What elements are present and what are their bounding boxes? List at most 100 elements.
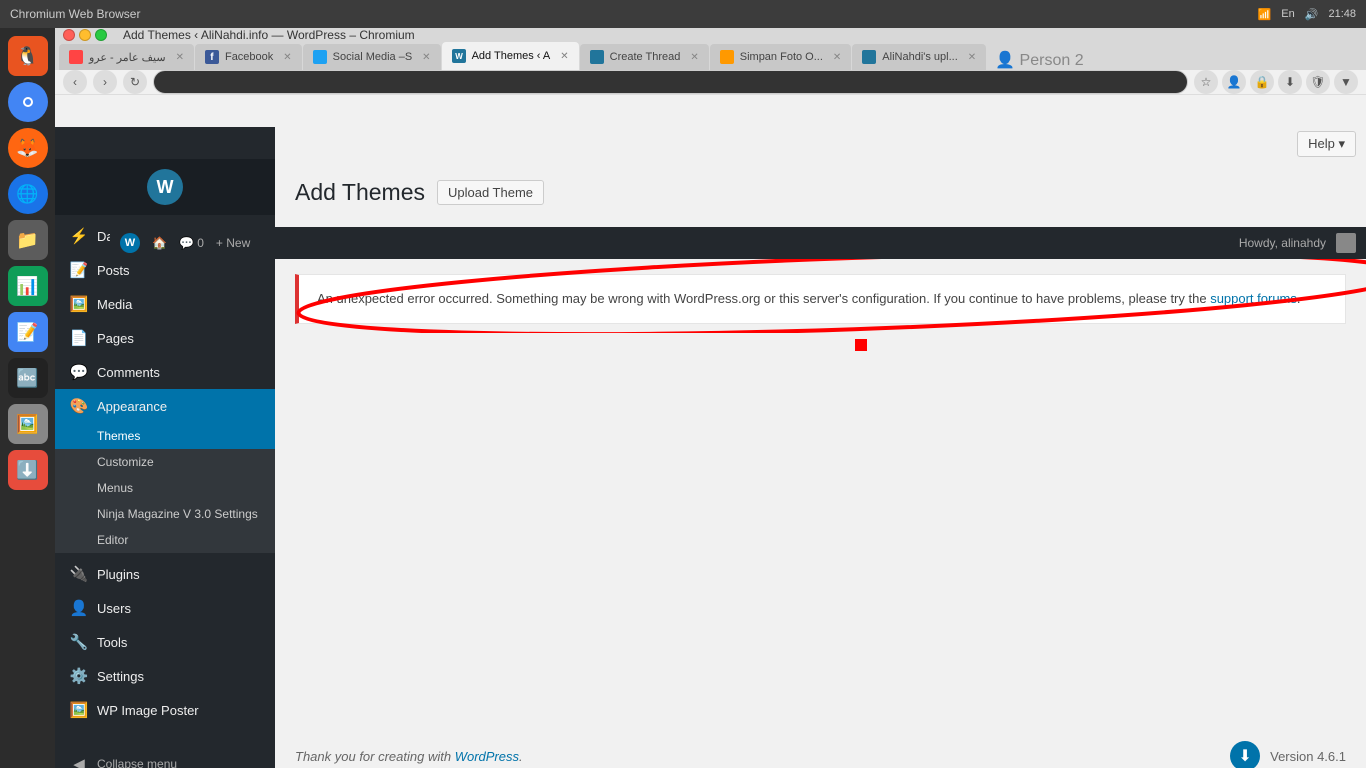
address-bar-row: ‹ › ↻ ☆ 👤 🔒 ⬇ 🛡 ▼: [55, 70, 1366, 95]
extension-btn3[interactable]: 🛡: [1306, 70, 1330, 94]
annotation-dot-area: [295, 334, 1346, 364]
os-bar-right: 📶 En 🔊 21:48: [1258, 8, 1356, 21]
plugins-icon: 🔌: [69, 565, 89, 583]
wp-logo[interactable]: W: [120, 233, 140, 253]
wp-image-poster-icon: 🖼️: [69, 701, 89, 719]
tab-close-arabic[interactable]: ✕: [176, 52, 184, 63]
appearance-submenu: Themes Customize Menus Ninja Magazine V …: [55, 423, 275, 553]
admin-bar-new[interactable]: + New: [216, 236, 250, 250]
browser-area: Add Themes ‹ AliNahdi.info — WordPress –…: [55, 28, 1366, 768]
upload-theme-button[interactable]: Upload Theme: [437, 180, 544, 205]
tools-label: Tools: [97, 635, 127, 650]
reload-button[interactable]: ↻: [123, 70, 147, 94]
taskbar-app-firefox[interactable]: 🦊: [8, 128, 48, 168]
sidebar-sub-menus[interactable]: Menus: [55, 475, 275, 501]
posts-label: Posts: [97, 263, 130, 278]
taskbar-app-writer[interactable]: 📝: [8, 312, 48, 352]
window-controls: [63, 29, 107, 41]
pages-label: Pages: [97, 331, 134, 346]
sidebar-item-tools[interactable]: 🔧 Tools: [55, 625, 275, 659]
help-button-area: Help ▾: [1297, 131, 1356, 157]
howdy-text: Howdy, alinahdy: [1239, 236, 1326, 250]
close-button[interactable]: [63, 29, 75, 41]
annotation-dot: [855, 339, 867, 351]
bookmark-button[interactable]: ☆: [1194, 70, 1218, 94]
extension-btn1[interactable]: 🔒: [1250, 70, 1274, 94]
tab-alinahdi[interactable]: AliNahdi's upl... ✕: [852, 44, 986, 70]
address-input[interactable]: [153, 70, 1188, 94]
taskbar-app-spreadsheet[interactable]: 📊: [8, 266, 48, 306]
error-message-box: An unexpected error occurred. Something …: [295, 274, 1346, 324]
os-bar-left: Chromium Web Browser: [10, 7, 140, 21]
maximize-button[interactable]: [95, 29, 107, 41]
wp-main-content: Help ▾ Add Themes Upload Theme 0 Feature…: [275, 127, 1366, 768]
taskbar-app-image[interactable]: 🖼️: [8, 404, 48, 444]
tab-favicon-arabic: [69, 50, 83, 64]
taskbar-app-download[interactable]: ⬇️: [8, 450, 48, 490]
back-button[interactable]: ‹: [63, 70, 87, 94]
tab-favicon-facebook: f: [205, 50, 219, 64]
admin-bar-home[interactable]: 🏠: [152, 236, 167, 250]
tab-favicon-thread: [590, 50, 604, 64]
tab-social[interactable]: Social Media –S ✕: [303, 44, 441, 70]
tab-close-alinahdi[interactable]: ✕: [968, 52, 976, 63]
sidebar-sub-editor[interactable]: Editor: [55, 527, 275, 553]
tab-arabic[interactable]: سيف عامر - عرو ✕: [59, 44, 194, 70]
os-network-icon: 📶: [1258, 8, 1272, 21]
wordpress-link[interactable]: WordPress: [455, 749, 519, 764]
sidebar: W ⚡ Dashboard 📝 Posts 🖼️: [55, 127, 275, 768]
tab-close-facebook[interactable]: ✕: [283, 52, 291, 63]
sidebar-sub-customize[interactable]: Customize: [55, 449, 275, 475]
sidebar-item-collapse[interactable]: ◀ Collapse menu: [55, 747, 275, 768]
sidebar-item-appearance[interactable]: 🎨 Appearance: [55, 389, 275, 423]
sidebar-item-wp-image-poster[interactable]: 🖼️ WP Image Poster: [55, 693, 275, 727]
sidebar-item-users[interactable]: 👤 Users: [55, 591, 275, 625]
tab-simpan[interactable]: Simpan Foto O... ✕: [710, 44, 852, 70]
taskbar-app-linux[interactable]: 🐧: [8, 36, 48, 76]
sidebar-item-settings[interactable]: ⚙️ Settings: [55, 659, 275, 693]
os-lang: En: [1281, 8, 1294, 20]
sidebar-item-comments[interactable]: 💬 Comments: [55, 355, 275, 389]
help-button[interactable]: Help ▾: [1297, 131, 1356, 157]
tab-close-social[interactable]: ✕: [422, 52, 430, 63]
tab-close-simpan[interactable]: ✕: [833, 52, 841, 63]
wp-footer: Thank you for creating with WordPress. ⬇…: [275, 731, 1366, 768]
sidebar-item-plugins[interactable]: 🔌 Plugins: [55, 557, 275, 591]
users-icon: 👤: [69, 599, 89, 617]
extension-btn4[interactable]: ▼: [1334, 70, 1358, 94]
admin-bar-comments[interactable]: 💬 0: [179, 236, 204, 250]
svg-text:W: W: [157, 177, 174, 197]
taskbar-app-browser2[interactable]: 🌐: [8, 174, 48, 214]
tab-close-create-thread[interactable]: ✕: [690, 52, 698, 63]
user-icon-btn[interactable]: 👤: [1222, 70, 1246, 94]
browser-titlebar: Add Themes ‹ AliNahdi.info — WordPress –…: [55, 28, 1366, 42]
tab-facebook[interactable]: f Facebook ✕: [195, 44, 302, 70]
taskbar-app-chromium[interactable]: [8, 82, 48, 122]
wp-body: W 🏠 💬 0 + New Howdy, alinahdy: [55, 95, 1366, 768]
users-label: Users: [97, 601, 131, 616]
sidebar-sub-themes[interactable]: Themes: [55, 423, 275, 449]
person2-label[interactable]: 👤 Person 2: [995, 50, 1083, 70]
tab-create-thread[interactable]: Create Thread ✕: [580, 44, 709, 70]
extension-btn2[interactable]: ⬇: [1278, 70, 1302, 94]
settings-label: Settings: [97, 669, 144, 684]
version-text: Version 4.6.1: [1270, 749, 1346, 764]
sidebar-item-media[interactable]: 🖼️ Media: [55, 287, 275, 321]
toolbar-icons: ☆ 👤 🔒 ⬇ 🛡 ▼: [1194, 70, 1358, 94]
wp-admin-bar: W 🏠 💬 0 + New Howdy, alinahdy: [110, 227, 1366, 259]
os-title: Chromium Web Browser: [10, 7, 140, 21]
forward-button[interactable]: ›: [93, 70, 117, 94]
sidebar-sub-ninja[interactable]: Ninja Magazine V 3.0 Settings: [55, 501, 275, 527]
tabs-bar: سيف عامر - عرو ✕ f Facebook ✕ Social Med…: [55, 42, 1366, 70]
tab-label-create-thread: Create Thread: [610, 51, 681, 63]
tab-add-themes[interactable]: W Add Themes ‹ A ✕: [442, 42, 579, 70]
tab-close-add-themes[interactable]: ✕: [560, 51, 568, 62]
sidebar-logo: W: [55, 159, 275, 215]
taskbar-app-files[interactable]: 📁: [8, 220, 48, 260]
support-forums-link[interactable]: support forums: [1210, 291, 1297, 306]
minimize-button[interactable]: [79, 29, 91, 41]
update-button[interactable]: ⬇: [1230, 741, 1260, 768]
sidebar-item-pages[interactable]: 📄 Pages: [55, 321, 275, 355]
tab-label-add-themes: Add Themes ‹ A: [472, 50, 551, 62]
taskbar-app-font[interactable]: 🔤: [8, 358, 48, 398]
